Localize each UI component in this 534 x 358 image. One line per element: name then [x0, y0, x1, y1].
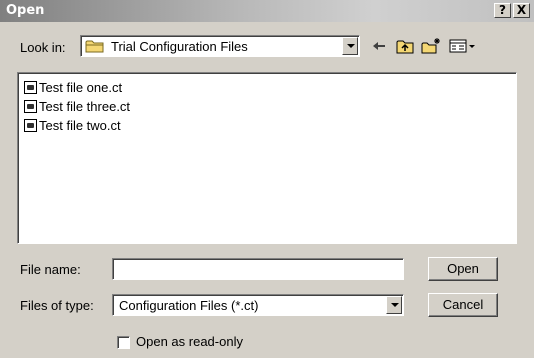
files-of-type-dropdown[interactable]: Configuration Files (*.ct): [112, 294, 404, 316]
back-arrow-icon[interactable]: [370, 37, 388, 55]
file-item[interactable]: Test file three.ct: [24, 98, 130, 115]
file-name: Test file three.ct: [39, 99, 131, 114]
cancel-button[interactable]: Cancel: [428, 293, 498, 317]
config-file-icon: [24, 81, 37, 94]
file-list[interactable]: Test file one.ct Test file three.ct Test…: [17, 72, 517, 244]
look-in-dropdown-button[interactable]: [342, 37, 358, 55]
folder-icon: [85, 40, 104, 53]
window-title: Open: [6, 3, 45, 18]
new-folder-icon[interactable]: [420, 37, 442, 55]
config-file-icon: [24, 119, 37, 132]
files-of-type-label: Files of type:: [20, 298, 94, 313]
help-button[interactable]: ?: [494, 3, 511, 18]
config-file-icon: [24, 100, 37, 113]
title-bar[interactable]: Open ? X: [0, 0, 534, 22]
file-item[interactable]: Test file two.ct: [24, 117, 121, 134]
look-in-label: Look in:: [20, 40, 66, 55]
file-name: Test file two.ct: [39, 118, 121, 133]
open-button[interactable]: Open: [428, 257, 498, 281]
file-item[interactable]: Test file one.ct: [24, 79, 122, 96]
close-icon: X: [516, 3, 527, 17]
file-name-input[interactable]: [112, 258, 404, 280]
look-in-dropdown[interactable]: Trial Configuration Files: [80, 35, 360, 57]
files-of-type-dropdown-button[interactable]: [386, 296, 402, 314]
view-menu-icon[interactable]: [448, 37, 478, 55]
close-button[interactable]: X: [513, 3, 530, 18]
file-name-label: File name:: [20, 262, 81, 277]
files-of-type-value: Configuration Files (*.ct): [119, 298, 259, 313]
read-only-checkbox[interactable]: [117, 336, 130, 349]
up-folder-icon[interactable]: [395, 37, 415, 55]
help-icon: ?: [499, 3, 506, 17]
file-name: Test file one.ct: [39, 80, 123, 95]
read-only-label: Open as read-only: [136, 334, 243, 349]
look-in-value: Trial Configuration Files: [111, 39, 248, 54]
